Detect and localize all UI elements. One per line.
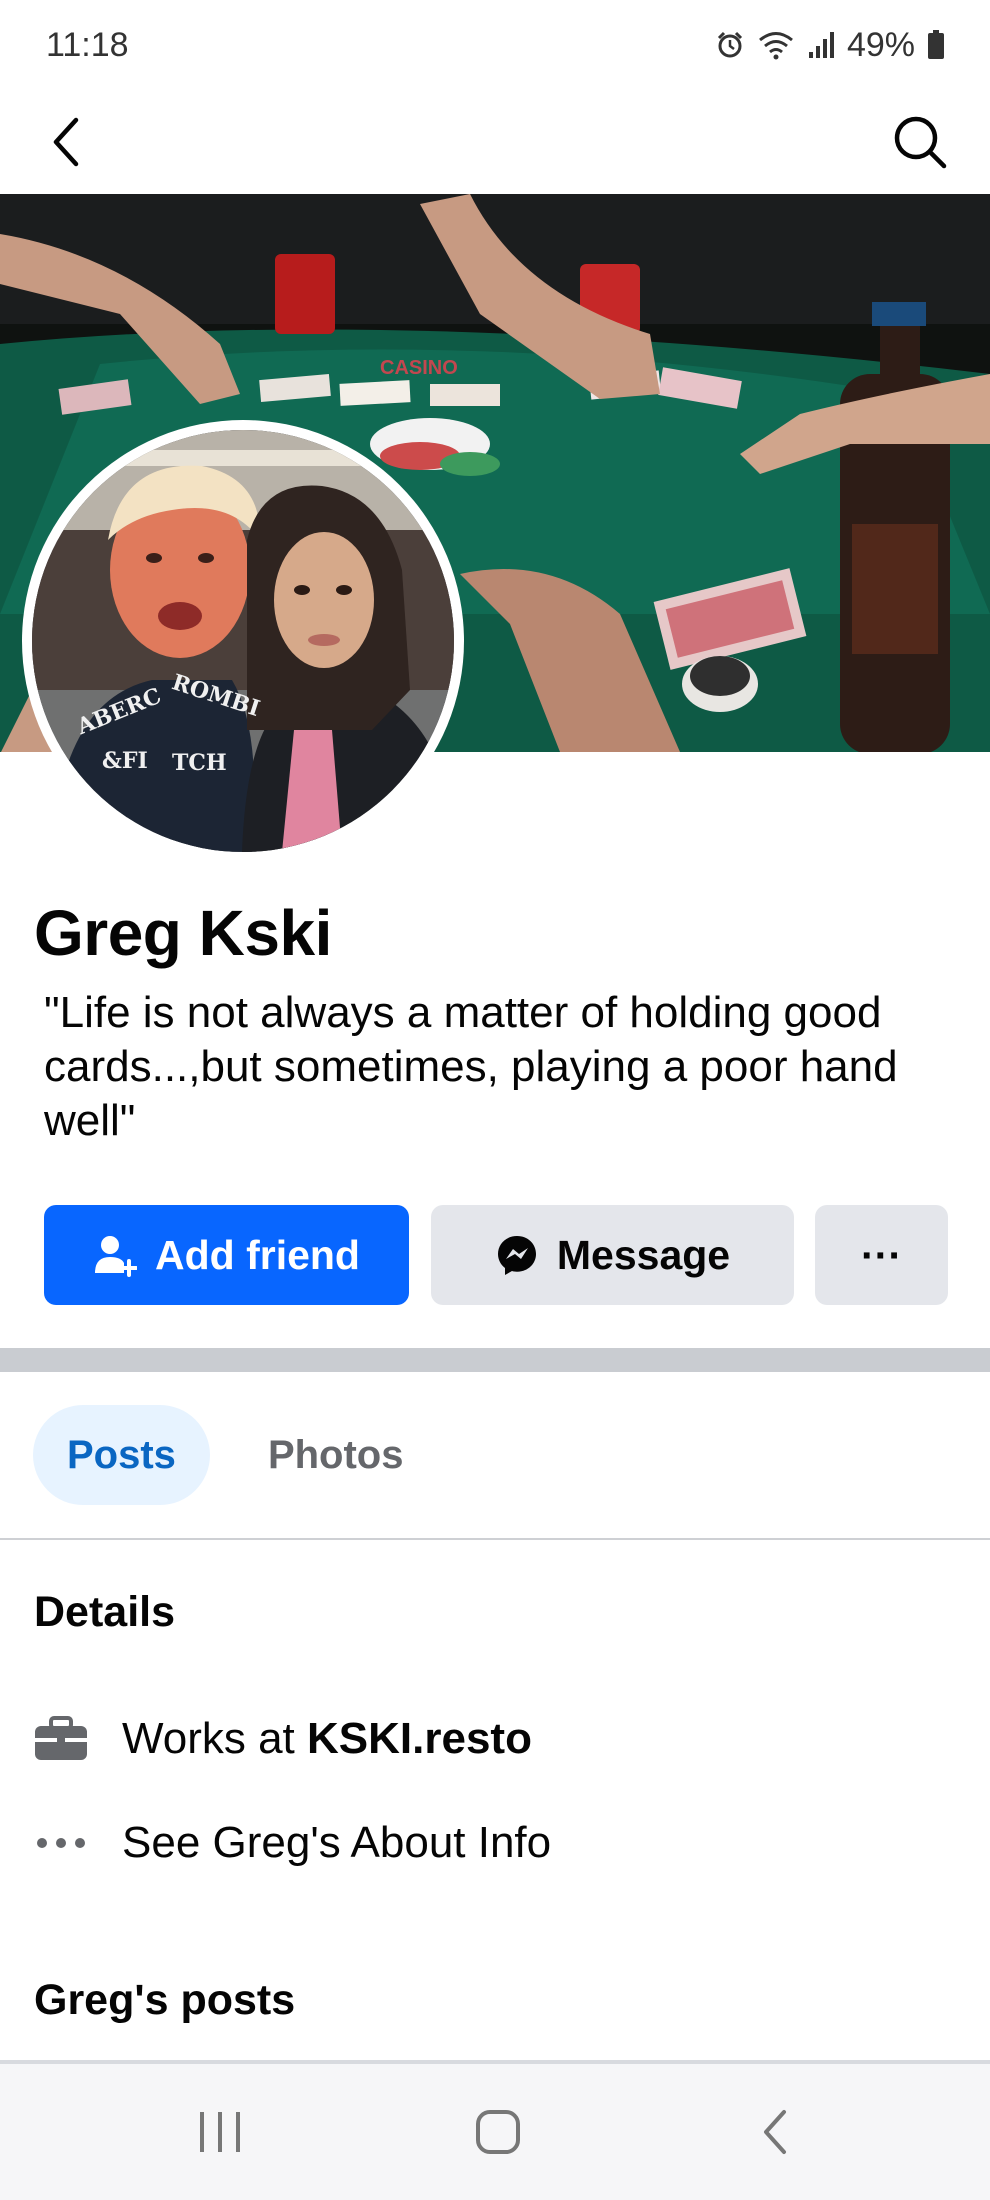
- more-options-button[interactable]: ···: [815, 1205, 948, 1305]
- avatar[interactable]: ABERC ROMBI &FI TCH: [22, 420, 464, 862]
- work-text: Works at KSKI.resto: [122, 1714, 532, 1764]
- profile-actions: Add friend Message ···: [44, 1205, 948, 1305]
- battery-percent: 49%: [846, 25, 915, 64]
- chevron-left-icon: [53, 117, 79, 167]
- search-button[interactable]: [888, 110, 952, 174]
- app-bar: [0, 90, 990, 194]
- tab-posts[interactable]: Posts: [33, 1405, 210, 1505]
- work-prefix: Works at: [122, 1714, 308, 1763]
- profile-photo: ABERC ROMBI &FI TCH: [32, 430, 454, 852]
- details-title: Details: [34, 1588, 176, 1636]
- briefcase-icon: [34, 1712, 88, 1766]
- about-info-label: See Greg's About Info: [122, 1818, 552, 1867]
- battery-icon: [927, 30, 945, 60]
- recents-button[interactable]: [180, 2092, 260, 2172]
- svg-text:CASINO: CASINO: [380, 357, 458, 379]
- profile-name: Greg Kski: [34, 897, 332, 969]
- tabs-divider: [0, 1538, 990, 1540]
- section-divider: [0, 1348, 990, 1372]
- profile-tabs: Posts Photos: [33, 1405, 437, 1505]
- system-back-button[interactable]: [736, 2092, 816, 2172]
- wifi-icon: [757, 30, 795, 60]
- work-place-link[interactable]: KSKI.resto: [307, 1714, 532, 1763]
- work-detail: Works at KSKI.resto: [34, 1704, 532, 1774]
- tab-photos[interactable]: Photos: [234, 1405, 438, 1505]
- home-icon: [476, 2110, 520, 2154]
- add-friend-button[interactable]: Add friend: [44, 1205, 409, 1305]
- home-button[interactable]: [458, 2092, 538, 2172]
- more-icon: ···: [861, 1231, 902, 1278]
- status-bar: 11:18 49%: [0, 0, 990, 90]
- message-button[interactable]: Message: [431, 1205, 794, 1305]
- status-time: 11:18: [46, 25, 129, 64]
- more-dots-icon: [34, 1816, 88, 1870]
- add-friend-label: Add friend: [155, 1231, 360, 1278]
- back-icon: [764, 2110, 786, 2154]
- system-nav-bar: [0, 2064, 990, 2200]
- about-info-row[interactable]: See Greg's About Info: [34, 1808, 551, 1878]
- profile-bio: "Life is not always a matter of holding …: [44, 988, 898, 1145]
- back-button[interactable]: [36, 110, 96, 174]
- svg-text:&FI: &FI: [102, 748, 148, 774]
- status-icons: 49%: [715, 26, 945, 65]
- posts-section-title: Greg's posts: [34, 1976, 296, 2024]
- message-label: Message: [556, 1231, 731, 1278]
- signal-icon: [807, 30, 835, 60]
- add-friend-icon: [95, 1236, 137, 1277]
- alarm-icon: [715, 30, 745, 60]
- svg-text:TCH: TCH: [172, 750, 227, 776]
- messenger-icon: [497, 1236, 536, 1275]
- search-icon: [894, 116, 947, 169]
- recents-icon: [200, 2112, 240, 2152]
